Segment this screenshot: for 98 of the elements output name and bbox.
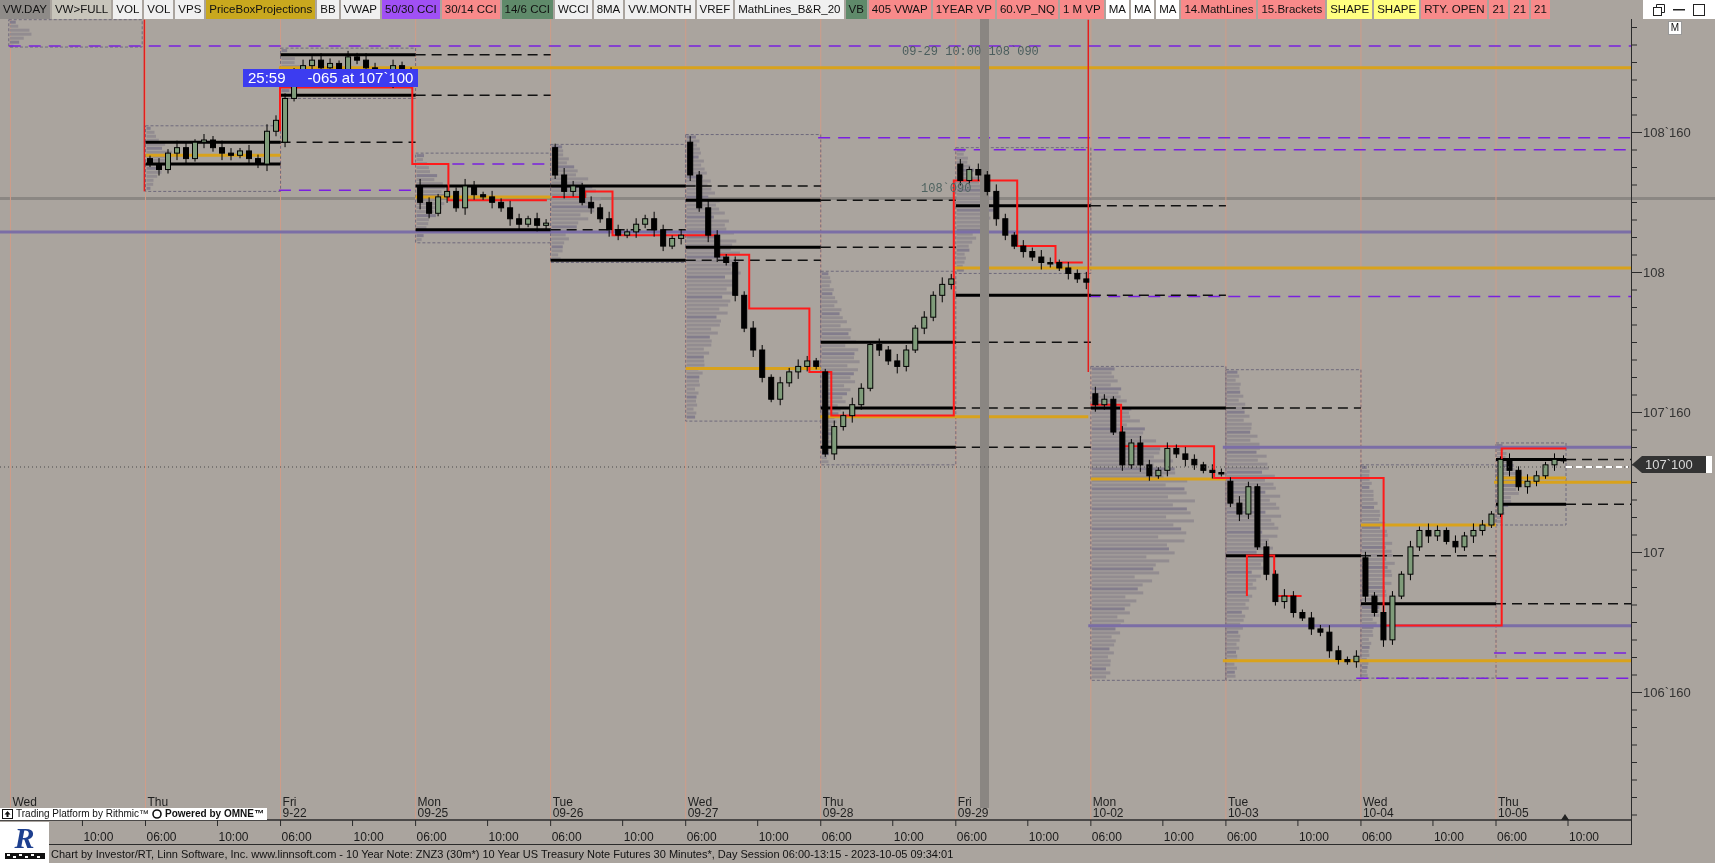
price-label: 108 — [1643, 265, 1665, 280]
indicator-button[interactable]: PriceBoxProjections — [206, 0, 316, 19]
countdown-time: 25:59 — [248, 69, 286, 87]
time-label: 10:00 — [1433, 830, 1464, 844]
time-label: 06:00 — [956, 830, 987, 844]
indicator-button[interactable]: 30/14 CCI — [441, 0, 500, 19]
day-label: Wed — [687, 796, 713, 808]
indicator-button[interactable]: 1 M VP — [1059, 0, 1104, 19]
platform-credit: Trading Platform by Rithmic™ — [16, 808, 149, 820]
date-label: 09-26 — [552, 807, 584, 819]
indicator-button[interactable]: 21 — [1489, 0, 1509, 19]
time-label: 06:00 — [1091, 830, 1122, 844]
time-label: 10:00 — [758, 830, 789, 844]
indicator-button[interactable]: VW.DAY — [0, 0, 50, 19]
date-label: 10-04 — [1362, 807, 1394, 819]
indicator-button[interactable]: VW.MONTH — [625, 0, 695, 19]
restore-icon[interactable] — [1653, 3, 1665, 16]
indicator-button[interactable]: 1YEAR VP — [932, 0, 995, 19]
indicator-button[interactable]: MA — [1156, 0, 1180, 19]
day-label: Tue — [1227, 796, 1249, 808]
date-label: 10-05 — [1498, 807, 1529, 819]
day-label: Wed — [1362, 796, 1388, 808]
date-label: 09-27 — [687, 807, 719, 819]
indicator-button[interactable]: VWAP — [340, 0, 380, 19]
time-label: 06:00 — [1226, 830, 1257, 844]
price-label: 107`160 — [1643, 405, 1691, 420]
indicator-button[interactable]: 21 — [1510, 0, 1530, 19]
date-label: 09-25 — [417, 807, 449, 819]
current-price-dash-line — [1565, 466, 1629, 468]
time-label: 06:00 — [1361, 830, 1392, 844]
indicator-button[interactable]: VB — [845, 0, 867, 19]
day-label: Tue — [552, 796, 573, 808]
ring-icon — [152, 809, 162, 819]
time-label: 10:00 — [218, 830, 249, 844]
indicator-button[interactable]: 15.Brackets — [1258, 0, 1326, 19]
day-label: Mon — [1092, 796, 1117, 808]
indicator-button[interactable]: RTY. OPEN — [1421, 0, 1488, 19]
indicator-button[interactable]: 50/30 CCI — [382, 0, 440, 19]
indicator-button[interactable]: VOL — [113, 0, 143, 19]
time-label: 06:00 — [1497, 830, 1528, 844]
time-label: 10:00 — [623, 830, 654, 844]
indicator-button[interactable]: WCCI — [554, 0, 592, 19]
day-label: Thu — [147, 796, 169, 808]
price-label: 107 — [1643, 545, 1665, 560]
time-label: 10:00 — [353, 830, 384, 844]
indicator-button[interactable]: MA — [1130, 0, 1155, 19]
indicator-button[interactable]: 60.VP_NQ — [996, 0, 1058, 19]
powered-credit: Powered by OMNE™ — [165, 808, 264, 820]
time-label: 06:00 — [821, 830, 852, 844]
logo-letter: R — [14, 823, 35, 853]
day-label: Wed — [12, 796, 37, 808]
indicator-button[interactable]: 8MA — [593, 0, 624, 19]
day-label: Mon — [417, 796, 441, 808]
time-label: 10:00 — [1569, 830, 1600, 844]
day-label: Thu — [822, 796, 844, 808]
indicator-button[interactable]: BB — [317, 0, 339, 19]
indicator-button[interactable]: VPS — [175, 0, 205, 19]
time-label: 10:00 — [1163, 830, 1194, 844]
time-label: 06:00 — [281, 830, 312, 844]
indicator-button[interactable]: SHAPE — [1327, 0, 1373, 19]
time-label: 06:00 — [686, 830, 717, 844]
date-label: 9-22 — [282, 807, 307, 819]
arrow-box-icon — [2, 809, 13, 819]
date-label: 09-29 — [957, 807, 989, 819]
price-label: 106`160 — [1643, 685, 1691, 700]
price-annotation: 09-29 10:00 108`090 — [902, 45, 1039, 59]
indicator-button[interactable]: 14.MathLines — [1181, 0, 1257, 19]
indicator-button[interactable]: SHAPE — [1374, 0, 1420, 19]
indicator-button[interactable]: 21 — [1531, 0, 1550, 19]
indicator-button[interactable]: VOL — [144, 0, 174, 19]
axis-button[interactable]: M — [1668, 21, 1682, 35]
checker-stripe-icon — [4, 853, 45, 859]
indicator-button[interactable]: 14/6 CCI — [501, 0, 553, 19]
time-label: 06:00 — [551, 830, 582, 844]
day-label: Fri — [282, 796, 297, 808]
maximize-icon[interactable] — [1693, 3, 1705, 16]
time-label: 06:00 — [416, 830, 447, 844]
indicator-button[interactable]: 405 VWAP — [868, 0, 931, 19]
indicator-button[interactable]: VW>FULL — [51, 0, 112, 19]
indicator-button[interactable]: MathLines_B&R_20 — [735, 0, 844, 19]
date-label: 10-02 — [1092, 807, 1124, 819]
countdown-text: -065 at 107`100 — [307, 69, 414, 87]
time-label: 10:00 — [1028, 830, 1059, 844]
time-label: 10:00 — [893, 830, 924, 844]
time-label: 10:00 — [1298, 830, 1329, 844]
day-label: Fri — [957, 796, 972, 808]
current-price-tag: 107`100 — [1632, 456, 1712, 473]
indicator-button[interactable]: VREF — [696, 0, 734, 19]
day-label: Thu — [1498, 796, 1519, 808]
date-label: 10-03 — [1227, 807, 1259, 819]
time-label: 10:00 — [83, 830, 114, 844]
minimize-icon[interactable] — [1673, 8, 1685, 11]
date-label: 09-28 — [822, 807, 854, 819]
time-label: 06:00 — [146, 830, 177, 844]
chart-caption: Chart by Investor/RT, Linn Software, Inc. www.linnsoft.com - 10 Year Note: ZNZ3 (30m*) 10 Year US Treasury Note Futures 30 Minutes*, Day Session 06:00-13:15 - 2023-10-05 09:34:01 — [51, 847, 954, 861]
price-label: 108`160 — [1643, 125, 1691, 140]
indicator-button[interactable]: MA — [1105, 0, 1129, 19]
time-label: 10:00 — [488, 830, 519, 844]
